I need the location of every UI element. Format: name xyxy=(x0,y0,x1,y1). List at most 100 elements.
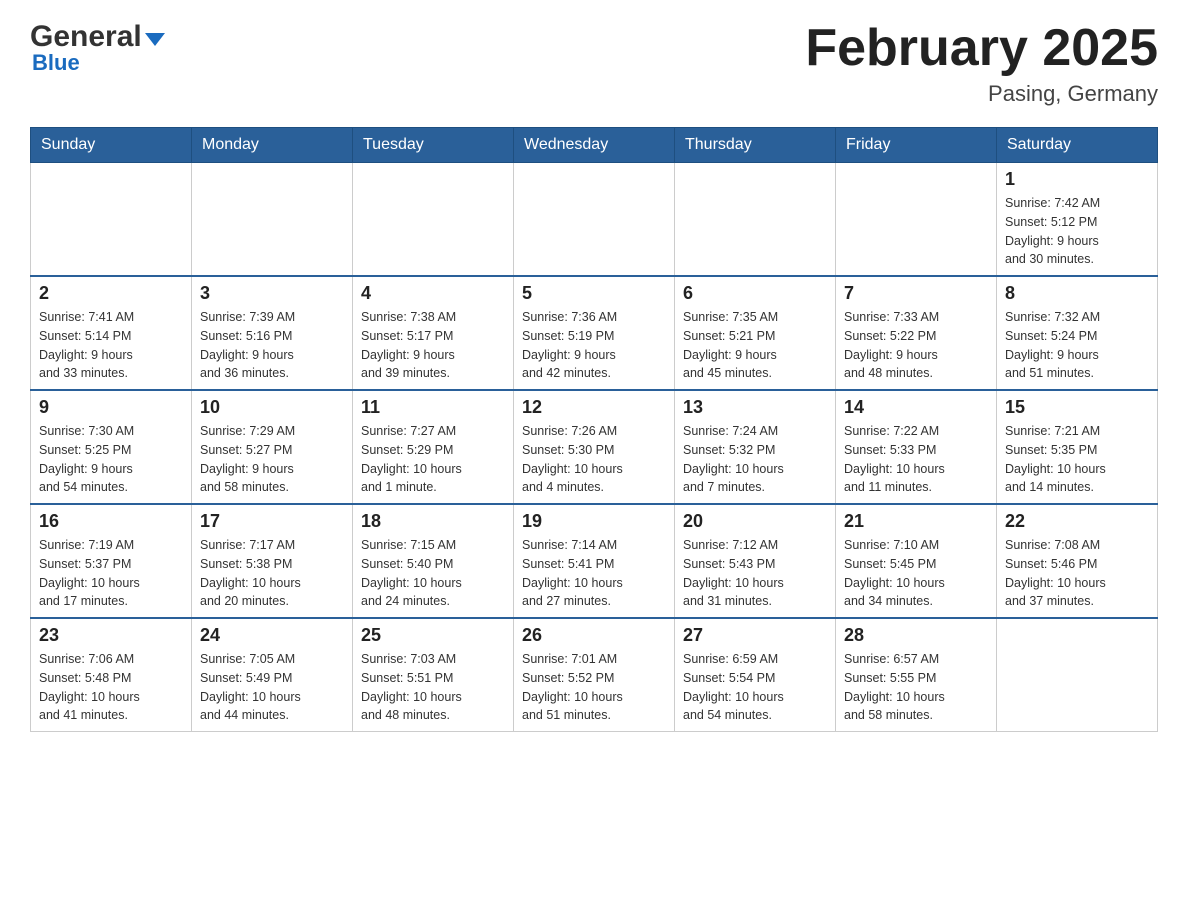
day-info: Sunrise: 7:26 AMSunset: 5:30 PMDaylight:… xyxy=(522,422,666,497)
week-row-4: 23 Sunrise: 7:06 AMSunset: 5:48 PMDayligh… xyxy=(31,618,1158,732)
calendar-cell-w2-d4: 13Sunrise: 7:24 AMSunset: 5:32 PMDayligh… xyxy=(675,390,836,504)
day-info: Sunrise: 7:03 AMSunset: 5:51 PMDaylight:… xyxy=(361,650,505,725)
logo-general: General xyxy=(30,20,142,54)
day-number: 5 xyxy=(522,283,666,304)
calendar-table: Sunday Monday Tuesday Wednesday Thursday… xyxy=(30,127,1158,732)
calendar-cell-w0-d0 xyxy=(31,163,192,277)
day-number: 3 xyxy=(200,283,344,304)
day-info: Sunrise: 7:33 AMSunset: 5:22 PMDaylight:… xyxy=(844,308,988,383)
day-number: 22 xyxy=(1005,511,1149,532)
calendar-cell-w0-d1 xyxy=(192,163,353,277)
day-info: Sunrise: 7:39 AMSunset: 5:16 PMDaylight:… xyxy=(200,308,344,383)
calendar-cell-w2-d2: 11 Sunrise: 7:27 AMSunset: 5:29 PMDayligh… xyxy=(353,390,514,504)
calendar-cell-w2-d6: 15 Sunrise: 7:21 AMSunset: 5:35 PMDayligh… xyxy=(997,390,1158,504)
day-number: 15 xyxy=(1005,397,1149,418)
logo-blue: Blue xyxy=(30,50,80,76)
day-info: Sunrise: 7:35 AMSunset: 5:21 PMDaylight:… xyxy=(683,308,827,383)
day-number: 26 xyxy=(522,625,666,646)
header-tuesday: Tuesday xyxy=(353,128,514,163)
day-info: Sunrise: 7:22 AMSunset: 5:33 PMDaylight:… xyxy=(844,422,988,497)
day-number: 12 xyxy=(522,397,666,418)
day-number: 8 xyxy=(1005,283,1149,304)
calendar-cell-w1-d2: 4 Sunrise: 7:38 AMSunset: 5:17 PMDaylight… xyxy=(353,276,514,390)
day-number: 14 xyxy=(844,397,988,418)
day-info: Sunrise: 7:01 AMSunset: 5:52 PMDaylight:… xyxy=(522,650,666,725)
calendar-cell-w3-d0: 16 Sunrise: 7:19 AMSunset: 5:37 PMDayligh… xyxy=(31,504,192,618)
calendar-cell-w1-d1: 3 Sunrise: 7:39 AMSunset: 5:16 PMDaylight… xyxy=(192,276,353,390)
title-area: February 2025 Pasing, Germany xyxy=(805,20,1158,107)
calendar-cell-w3-d1: 17Sunrise: 7:17 AMSunset: 5:38 PMDayligh… xyxy=(192,504,353,618)
day-info: Sunrise: 7:05 AMSunset: 5:49 PMDaylight:… xyxy=(200,650,344,725)
day-info: Sunrise: 7:14 AMSunset: 5:41 PMDaylight:… xyxy=(522,536,666,611)
day-number: 25 xyxy=(361,625,505,646)
day-info: Sunrise: 7:17 AMSunset: 5:38 PMDaylight:… xyxy=(200,536,344,611)
week-row-2: 9 Sunrise: 7:30 AMSunset: 5:25 PMDaylight… xyxy=(31,390,1158,504)
day-info: Sunrise: 7:19 AMSunset: 5:37 PMDaylight:… xyxy=(39,536,183,611)
logo: General Blue xyxy=(30,20,165,76)
header-saturday: Saturday xyxy=(997,128,1158,163)
header-sunday: Sunday xyxy=(31,128,192,163)
day-info: Sunrise: 7:30 AMSunset: 5:25 PMDaylight:… xyxy=(39,422,183,497)
calendar-cell-w2-d5: 14 Sunrise: 7:22 AMSunset: 5:33 PMDayligh… xyxy=(836,390,997,504)
day-info: Sunrise: 7:10 AMSunset: 5:45 PMDaylight:… xyxy=(844,536,988,611)
calendar-cell-w1-d5: 7 Sunrise: 7:33 AMSunset: 5:22 PMDaylight… xyxy=(836,276,997,390)
day-number: 27 xyxy=(683,625,827,646)
day-info: Sunrise: 7:06 AMSunset: 5:48 PMDaylight:… xyxy=(39,650,183,725)
calendar-cell-w0-d6: 1Sunrise: 7:42 AMSunset: 5:12 PMDaylight… xyxy=(997,163,1158,277)
day-number: 18 xyxy=(361,511,505,532)
calendar-cell-w0-d4 xyxy=(675,163,836,277)
header-friday: Friday xyxy=(836,128,997,163)
calendar-cell-w1-d4: 6Sunrise: 7:35 AMSunset: 5:21 PMDaylight… xyxy=(675,276,836,390)
day-info: Sunrise: 7:38 AMSunset: 5:17 PMDaylight:… xyxy=(361,308,505,383)
day-info: Sunrise: 7:15 AMSunset: 5:40 PMDaylight:… xyxy=(361,536,505,611)
day-info: Sunrise: 7:29 AMSunset: 5:27 PMDaylight:… xyxy=(200,422,344,497)
calendar-cell-w4-d0: 23 Sunrise: 7:06 AMSunset: 5:48 PMDayligh… xyxy=(31,618,192,732)
day-info: Sunrise: 6:57 AMSunset: 5:55 PMDaylight:… xyxy=(844,650,988,725)
day-number: 23 xyxy=(39,625,183,646)
calendar-cell-w3-d4: 20 Sunrise: 7:12 AMSunset: 5:43 PMDayligh… xyxy=(675,504,836,618)
calendar-cell-w4-d3: 26 Sunrise: 7:01 AMSunset: 5:52 PMDayligh… xyxy=(514,618,675,732)
day-number: 10 xyxy=(200,397,344,418)
day-number: 1 xyxy=(1005,169,1149,190)
calendar-cell-w3-d3: 19 Sunrise: 7:14 AMSunset: 5:41 PMDayligh… xyxy=(514,504,675,618)
day-number: 20 xyxy=(683,511,827,532)
day-number: 16 xyxy=(39,511,183,532)
logo-arrow-icon xyxy=(145,33,165,46)
day-number: 4 xyxy=(361,283,505,304)
day-info: Sunrise: 7:36 AMSunset: 5:19 PMDaylight:… xyxy=(522,308,666,383)
calendar-cell-w2-d1: 10 Sunrise: 7:29 AMSunset: 5:27 PMDayligh… xyxy=(192,390,353,504)
day-number: 11 xyxy=(361,397,505,418)
calendar-cell-w3-d2: 18 Sunrise: 7:15 AMSunset: 5:40 PMDayligh… xyxy=(353,504,514,618)
week-row-3: 16 Sunrise: 7:19 AMSunset: 5:37 PMDayligh… xyxy=(31,504,1158,618)
calendar-cell-w0-d5 xyxy=(836,163,997,277)
day-info: Sunrise: 7:32 AMSunset: 5:24 PMDaylight:… xyxy=(1005,308,1149,383)
day-number: 13 xyxy=(683,397,827,418)
calendar-cell-w0-d2 xyxy=(353,163,514,277)
header-thursday: Thursday xyxy=(675,128,836,163)
calendar-cell-w4-d4: 27 Sunrise: 6:59 AMSunset: 5:54 PMDayligh… xyxy=(675,618,836,732)
day-info: Sunrise: 7:12 AMSunset: 5:43 PMDaylight:… xyxy=(683,536,827,611)
calendar-cell-w4-d6 xyxy=(997,618,1158,732)
day-number: 9 xyxy=(39,397,183,418)
calendar-cell-w4-d2: 25 Sunrise: 7:03 AMSunset: 5:51 PMDayligh… xyxy=(353,618,514,732)
day-info: Sunrise: 7:21 AMSunset: 5:35 PMDaylight:… xyxy=(1005,422,1149,497)
day-info: Sunrise: 7:08 AMSunset: 5:46 PMDaylight:… xyxy=(1005,536,1149,611)
calendar-header-row: Sunday Monday Tuesday Wednesday Thursday… xyxy=(31,128,1158,163)
day-number: 19 xyxy=(522,511,666,532)
month-title: February 2025 xyxy=(805,20,1158,77)
day-number: 21 xyxy=(844,511,988,532)
calendar-cell-w3-d5: 21 Sunrise: 7:10 AMSunset: 5:45 PMDayligh… xyxy=(836,504,997,618)
header-wednesday: Wednesday xyxy=(514,128,675,163)
calendar-cell-w2-d3: 12 Sunrise: 7:26 AMSunset: 5:30 PMDayligh… xyxy=(514,390,675,504)
day-info: Sunrise: 7:27 AMSunset: 5:29 PMDaylight:… xyxy=(361,422,505,497)
day-info: Sunrise: 7:41 AMSunset: 5:14 PMDaylight:… xyxy=(39,308,183,383)
calendar-cell-w2-d0: 9 Sunrise: 7:30 AMSunset: 5:25 PMDaylight… xyxy=(31,390,192,504)
calendar-cell-w1-d3: 5 Sunrise: 7:36 AMSunset: 5:19 PMDaylight… xyxy=(514,276,675,390)
day-number: 7 xyxy=(844,283,988,304)
calendar-cell-w1-d0: 2Sunrise: 7:41 AMSunset: 5:14 PMDaylight… xyxy=(31,276,192,390)
calendar-cell-w3-d6: 22 Sunrise: 7:08 AMSunset: 5:46 PMDayligh… xyxy=(997,504,1158,618)
page-header: General Blue February 2025 Pasing, Germa… xyxy=(30,20,1158,107)
day-number: 24 xyxy=(200,625,344,646)
calendar-cell-w4-d5: 28Sunrise: 6:57 AMSunset: 5:55 PMDayligh… xyxy=(836,618,997,732)
day-info: Sunrise: 6:59 AMSunset: 5:54 PMDaylight:… xyxy=(683,650,827,725)
